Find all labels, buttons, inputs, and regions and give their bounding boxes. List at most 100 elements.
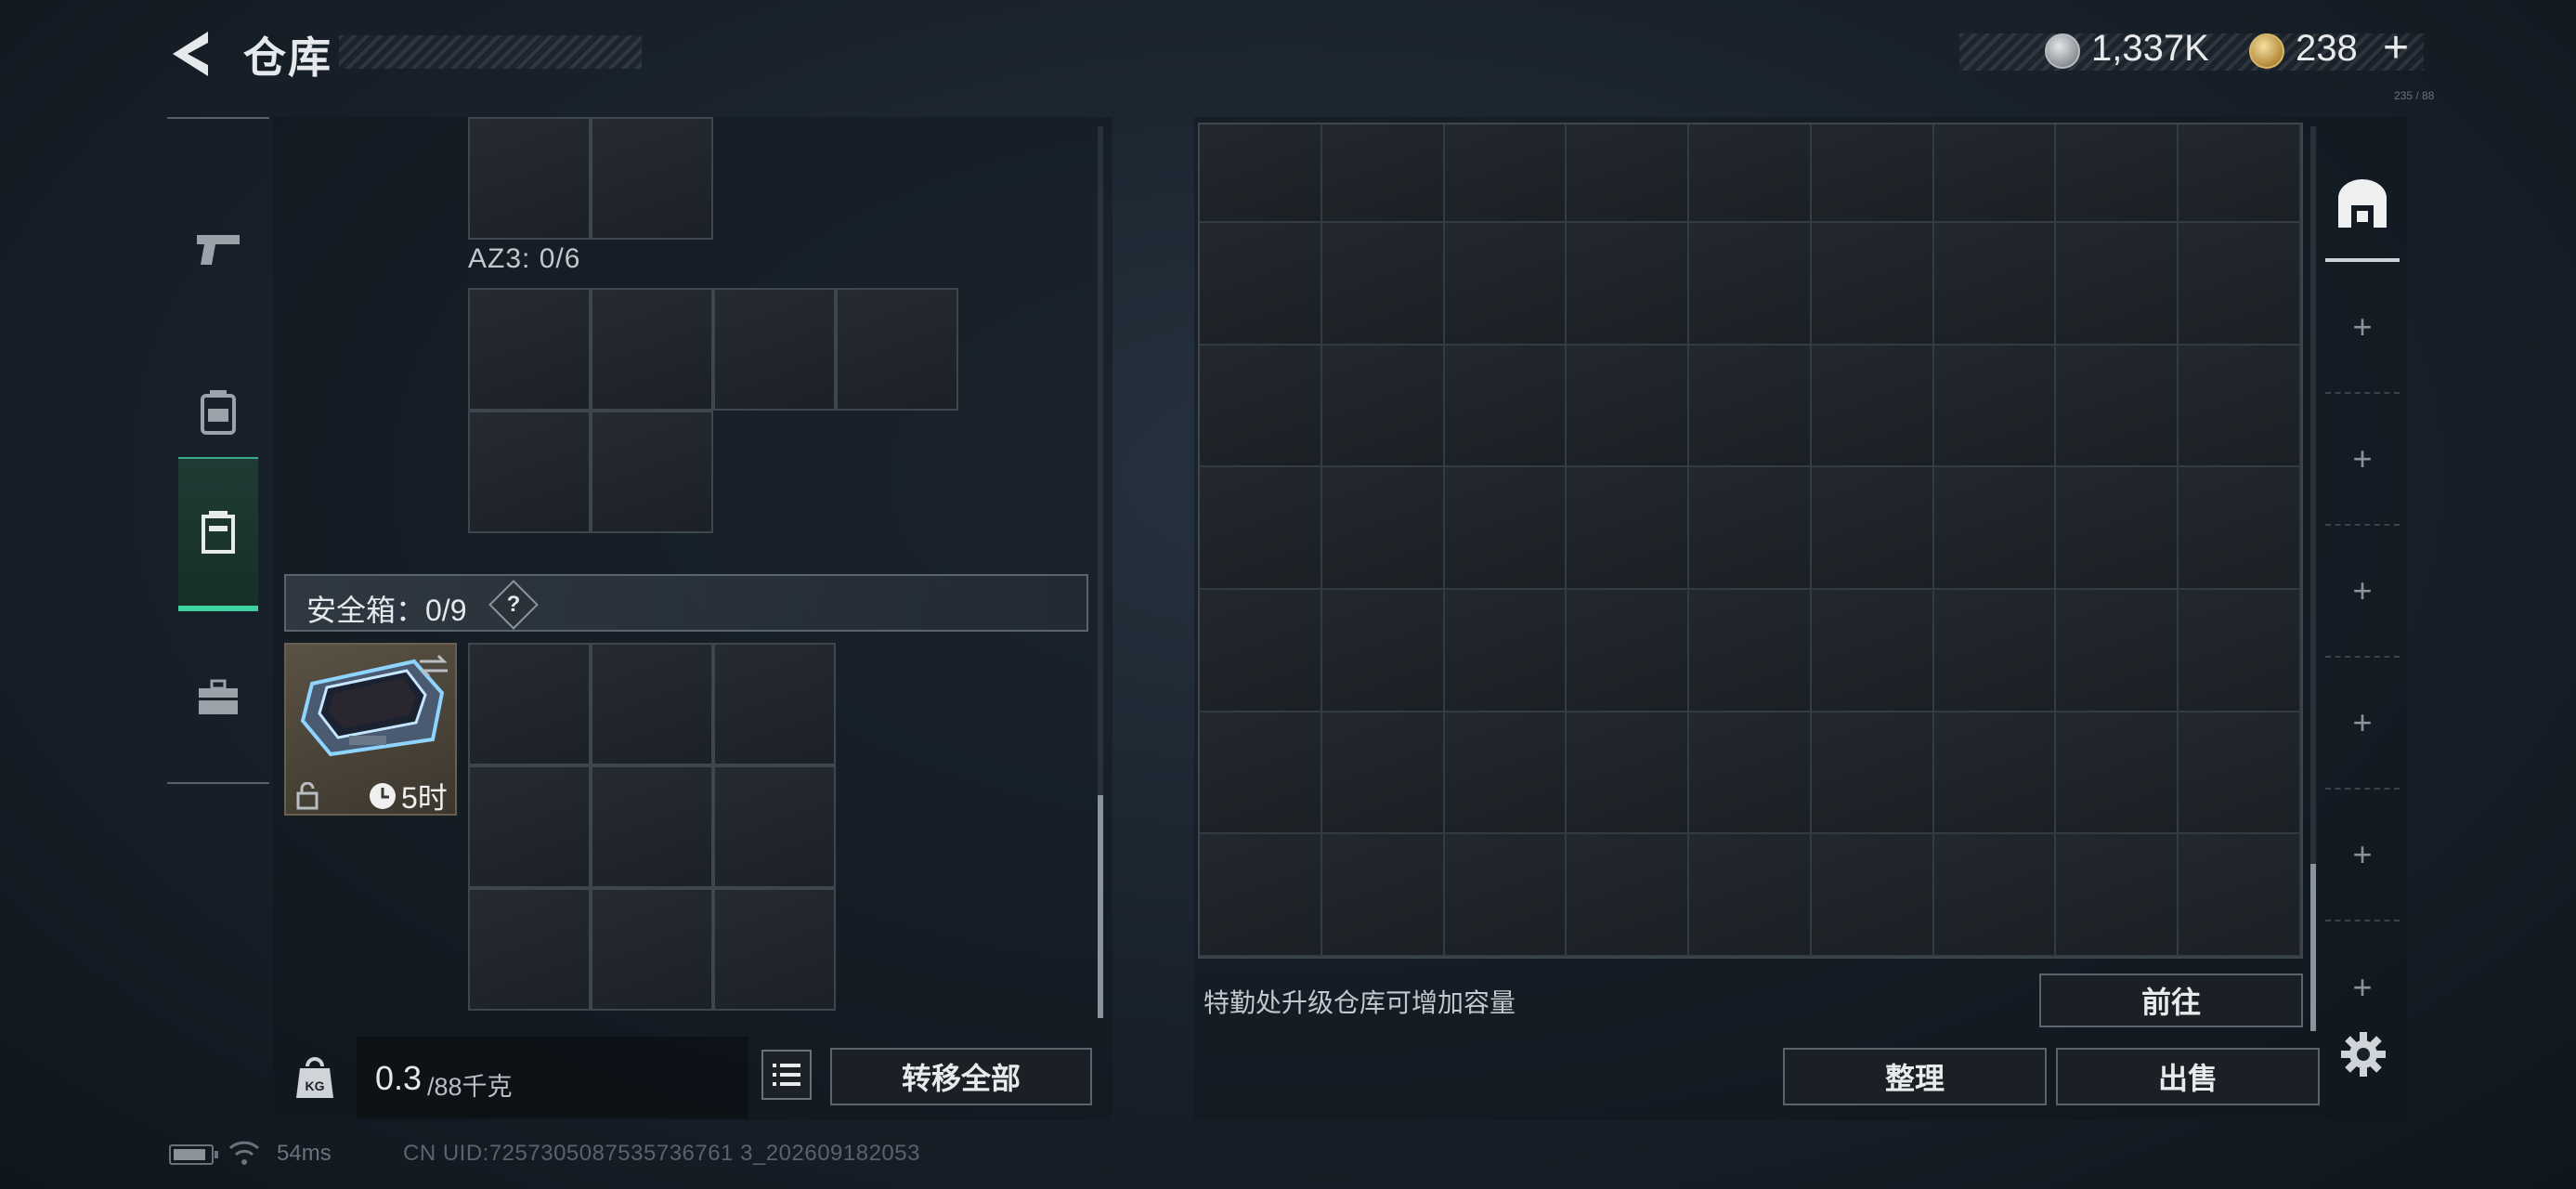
storage-cell[interactable]	[1933, 223, 2057, 346]
storage-cell[interactable]	[2056, 712, 2179, 835]
goto-button[interactable]: 前往	[2039, 973, 2303, 1027]
storage-cell[interactable]	[1567, 124, 1690, 223]
az3-slot-cell[interactable]	[591, 411, 713, 533]
storage-cell[interactable]	[2056, 223, 2179, 346]
storage-cell[interactable]	[1811, 590, 1934, 712]
storage-cell[interactable]	[1567, 345, 1690, 468]
storage-cell[interactable]	[2179, 834, 2301, 957]
storage-cell[interactable]	[1933, 345, 2057, 468]
storage-cell[interactable]	[1200, 467, 1322, 590]
storage-cell[interactable]	[1933, 712, 2057, 835]
storage-cell[interactable]	[1200, 712, 1322, 835]
safebox-slot-cell[interactable]	[713, 765, 836, 888]
storage-cell[interactable]	[2056, 124, 2179, 223]
storage-cell[interactable]	[1811, 345, 1934, 468]
add-storage-slot[interactable]: +	[2325, 262, 2400, 394]
inventory-scrollbar-thumb[interactable]	[1098, 795, 1103, 1018]
storage-cell[interactable]	[1933, 467, 2057, 590]
az3-slot-cell[interactable]	[591, 288, 713, 411]
storage-cell[interactable]	[1689, 590, 1812, 712]
list-view-button[interactable]	[761, 1050, 812, 1100]
storage-cell[interactable]	[1567, 834, 1690, 957]
safebox-slot-cell[interactable]	[713, 888, 836, 1011]
add-storage-slot[interactable]: +	[2325, 790, 2400, 921]
storage-cell[interactable]	[1321, 223, 1445, 346]
storage-cell[interactable]	[1811, 712, 1934, 835]
storage-cell[interactable]	[1689, 467, 1812, 590]
storage-cell[interactable]	[1811, 124, 1934, 223]
storage-cell[interactable]	[1689, 345, 1812, 468]
az3-slot-cell[interactable]	[468, 411, 591, 533]
add-storage-slot[interactable]: +	[2325, 394, 2400, 526]
az3-slot-cell[interactable]	[468, 288, 591, 411]
storage-cell[interactable]	[1321, 345, 1445, 468]
safebox-slot-cell[interactable]	[591, 765, 713, 888]
settings-button[interactable]	[2335, 1026, 2392, 1083]
storage-cell[interactable]	[2056, 467, 2179, 590]
storage-cell[interactable]	[1200, 834, 1322, 957]
help-icon[interactable]: ?	[488, 580, 539, 630]
safebox-item[interactable]: 5时	[284, 643, 457, 816]
storage-cell[interactable]	[1811, 467, 1934, 590]
storage-cell[interactable]	[1321, 590, 1445, 712]
storage-cell[interactable]	[2056, 834, 2179, 957]
slot-cell[interactable]	[468, 117, 591, 240]
storage-cell[interactable]	[1933, 590, 2057, 712]
storage-cell[interactable]	[1567, 223, 1690, 346]
storage-cell[interactable]	[2179, 712, 2301, 835]
storage-cell[interactable]	[1444, 590, 1568, 712]
storage-cell[interactable]	[1321, 467, 1445, 590]
storage-cell[interactable]	[2179, 223, 2301, 346]
storage-cell[interactable]	[1200, 124, 1322, 223]
storage-cell[interactable]	[2056, 345, 2179, 468]
safebox-slot-cell[interactable]	[468, 765, 591, 888]
storage-scrollbar-thumb[interactable]	[2310, 864, 2316, 1031]
nav-item-containers[interactable]	[178, 457, 258, 611]
safebox-slot-cell[interactable]	[468, 888, 591, 1011]
nav-item-items[interactable]	[178, 621, 258, 775]
storage-cell[interactable]	[1811, 223, 1934, 346]
safebox-slot-cell[interactable]	[591, 888, 713, 1011]
storage-cell[interactable]	[2179, 345, 2301, 468]
storage-cell[interactable]	[1933, 124, 2057, 223]
add-currency-button[interactable]: +	[2383, 22, 2409, 73]
storage-cell[interactable]	[1321, 124, 1445, 223]
storage-cell[interactable]	[1444, 124, 1568, 223]
add-storage-slot[interactable]: +	[2325, 921, 2400, 1007]
az3-slot-cell[interactable]	[836, 288, 958, 411]
sort-button[interactable]: 整理	[1783, 1048, 2047, 1105]
storage-cell[interactable]	[1689, 223, 1812, 346]
storage-cell[interactable]	[1200, 345, 1322, 468]
safebox-slot-cell[interactable]	[468, 643, 591, 765]
storage-cell[interactable]	[1933, 834, 2057, 957]
storage-cell[interactable]	[2179, 124, 2301, 223]
storage-cell[interactable]	[1444, 467, 1568, 590]
swap-icon[interactable]	[416, 652, 451, 680]
storage-cell[interactable]	[2056, 590, 2179, 712]
back-arrow-icon[interactable]	[167, 28, 214, 80]
nav-item-weapons[interactable]	[178, 173, 258, 327]
storage-cell[interactable]	[1444, 223, 1568, 346]
storage-cell[interactable]	[1689, 712, 1812, 835]
storage-cell[interactable]	[1567, 590, 1690, 712]
add-storage-slot[interactable]: +	[2325, 658, 2400, 790]
storage-cell[interactable]	[1567, 712, 1690, 835]
storage-cell[interactable]	[1444, 712, 1568, 835]
safebox-slot-cell[interactable]	[713, 643, 836, 765]
storage-cell[interactable]	[1444, 345, 1568, 468]
storage-cell[interactable]	[1444, 834, 1568, 957]
transfer-all-button[interactable]: 转移全部	[830, 1048, 1092, 1105]
storage-cell[interactable]	[1811, 834, 1934, 957]
storage-cell[interactable]	[1689, 834, 1812, 957]
safebox-slot-cell[interactable]	[591, 643, 713, 765]
az3-slot-cell[interactable]	[713, 288, 836, 411]
storage-cell[interactable]	[1200, 590, 1322, 712]
slot-cell[interactable]	[591, 117, 713, 240]
storage-cell[interactable]	[1689, 124, 1812, 223]
storage-cell[interactable]	[1200, 223, 1322, 346]
storage-cell[interactable]	[1567, 467, 1690, 590]
storage-cell[interactable]	[2179, 590, 2301, 712]
tab-warehouse[interactable]	[2325, 149, 2400, 262]
storage-cell[interactable]	[1321, 834, 1445, 957]
storage-cell[interactable]	[2179, 467, 2301, 590]
